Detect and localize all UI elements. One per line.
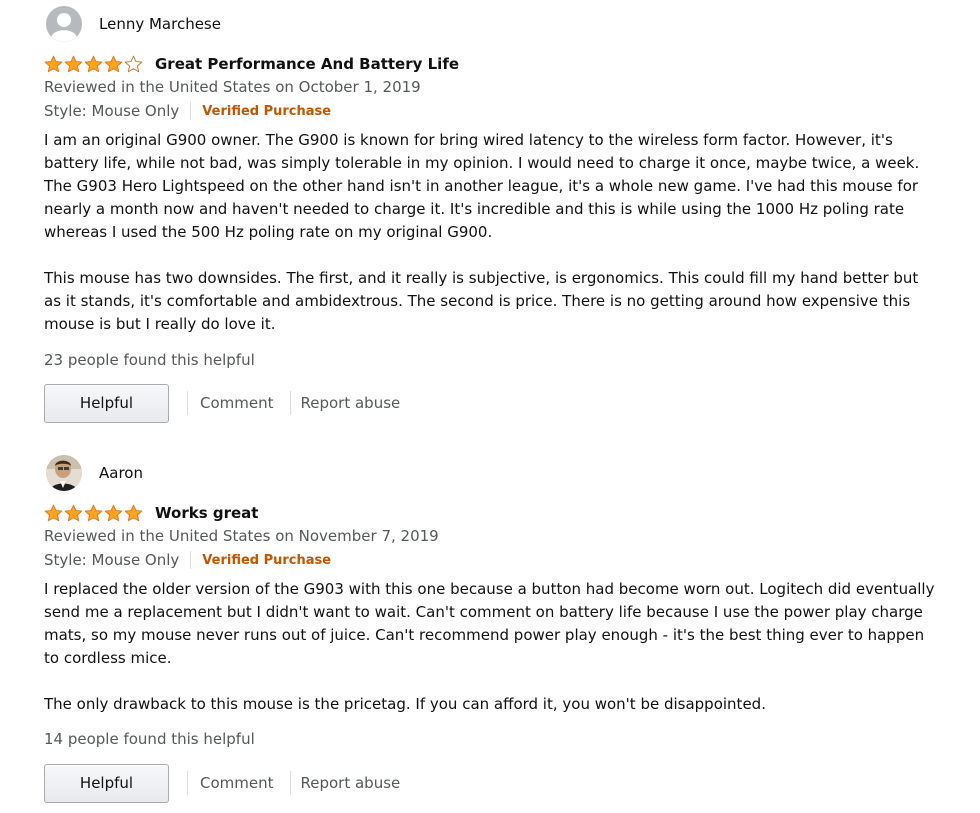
helpful-count: 14 people found this helpful: [44, 730, 255, 748]
review-title[interactable]: Works great: [155, 504, 258, 522]
divider: [187, 391, 188, 415]
reviewer-profile[interactable]: Aaron: [46, 453, 143, 493]
review-body: I am an original G900 owner. The G900 is…: [44, 129, 939, 336]
review-title[interactable]: Great Performance And Battery Life: [155, 55, 459, 73]
star-rating[interactable]: [44, 504, 144, 522]
review-paragraph: This mouse has two downsides. The first,…: [44, 269, 919, 333]
star-filled-icon: [64, 504, 83, 522]
reviewer-profile[interactable]: Lenny Marchese: [46, 4, 221, 44]
profile-photo-icon: [46, 455, 82, 491]
review-body: I replaced the older version of the G903…: [44, 578, 939, 716]
reviewer-name[interactable]: Aaron: [99, 464, 143, 482]
rating-row: Great Performance And Battery Life: [44, 52, 459, 76]
review-paragraph: The only drawback to this mouse is the p…: [44, 695, 766, 713]
format-row: Style: Mouse Only Verified Purchase: [44, 101, 331, 121]
default-avatar-icon: [46, 6, 82, 42]
star-filled-icon: [104, 504, 123, 522]
report-abuse-link[interactable]: Report abuse: [301, 394, 401, 412]
style-label[interactable]: Style: Mouse Only: [44, 102, 179, 120]
review-date: Reviewed in the United States on Novembe…: [44, 527, 439, 545]
divider: [190, 551, 192, 569]
divider: [187, 771, 188, 795]
divider: [190, 102, 192, 120]
style-label[interactable]: Style: Mouse Only: [44, 551, 179, 569]
star-filled-icon: [44, 55, 63, 73]
review-date: Reviewed in the United States on October…: [44, 78, 421, 96]
star-filled-icon: [64, 55, 83, 73]
comment-link[interactable]: Comment: [200, 774, 274, 792]
helpful-button[interactable]: Helpful: [44, 763, 169, 803]
star-rating[interactable]: [44, 55, 144, 73]
star-filled-icon: [44, 504, 63, 522]
report-abuse-link[interactable]: Report abuse: [301, 774, 401, 792]
reviewer-name[interactable]: Lenny Marchese: [99, 15, 221, 33]
verified-purchase-badge: Verified Purchase: [202, 103, 332, 119]
helpful-button[interactable]: Helpful: [44, 383, 169, 423]
star-filled-icon: [104, 55, 123, 73]
comment-link[interactable]: Comment: [200, 394, 274, 412]
format-row: Style: Mouse Only Verified Purchase: [44, 550, 331, 570]
divider: [289, 771, 291, 795]
review-actions: Helpful Comment Report abuse: [44, 383, 400, 423]
review-paragraph: I replaced the older version of the G903…: [44, 580, 935, 667]
rating-row: Works great: [44, 501, 258, 525]
star-empty-icon: [124, 55, 143, 73]
star-filled-icon: [124, 504, 143, 522]
helpful-count: 23 people found this helpful: [44, 351, 255, 369]
star-filled-icon: [84, 504, 103, 522]
divider: [289, 391, 291, 415]
review-paragraph: I am an original G900 owner. The G900 is…: [44, 131, 920, 241]
review-actions: Helpful Comment Report abuse: [44, 763, 400, 803]
verified-purchase-badge: Verified Purchase: [202, 552, 332, 568]
star-filled-icon: [84, 55, 103, 73]
